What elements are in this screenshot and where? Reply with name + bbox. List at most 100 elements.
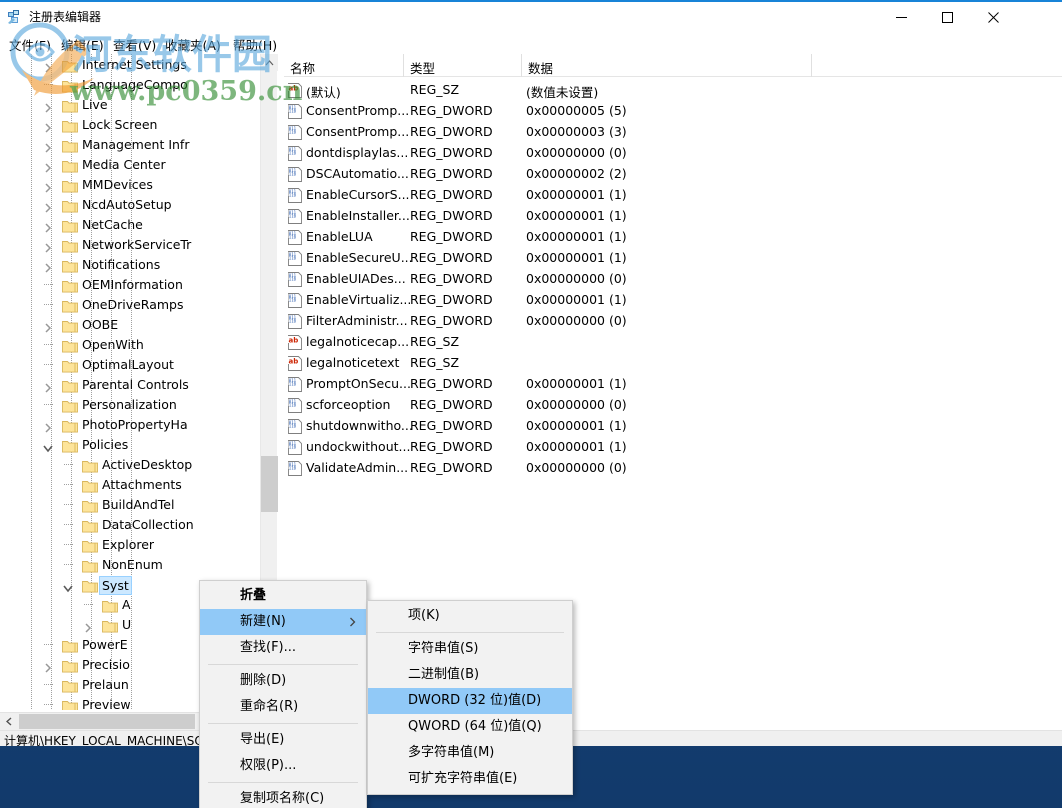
value-row[interactable]: 011110ValidateAdmin...REG_DWORD0x0000000… <box>284 458 1062 479</box>
new-submenu[interactable]: 项(K) 字符串值(S)二进制值(B)DWORD (32 位)值(D)QWORD … <box>367 600 573 795</box>
chevron-right-icon[interactable] <box>82 619 94 631</box>
tree-item-netcache[interactable]: NetCache <box>0 215 262 235</box>
minimize-button[interactable] <box>878 2 924 32</box>
value-row[interactable]: 011110PromptOnSecu...REG_DWORD0x00000001… <box>284 374 1062 395</box>
menu-item-3[interactable]: DWORD (32 位)值(D) <box>368 688 572 714</box>
chevron-right-icon[interactable] <box>42 119 54 131</box>
tree-item-oobe[interactable]: OOBE <box>0 315 262 335</box>
value-row[interactable]: ablegalnoticetextREG_SZ <box>284 353 1062 374</box>
tree-item-policies[interactable]: Policies <box>0 435 262 455</box>
tree-item-lock-screen[interactable]: Lock Screen <box>0 115 262 135</box>
value-name: dontdisplaylas... <box>306 145 408 160</box>
tree-context-menu[interactable]: 折叠新建(N)查找(F)... 删除(D)重命名(R) 导出(E)权限(P)... 复… <box>199 580 367 808</box>
value-row[interactable]: 011110scforceoptionREG_DWORD0x00000000 (… <box>284 395 1062 416</box>
tree-item-label: Personalization <box>82 396 177 413</box>
tree-item-explorer[interactable]: Explorer <box>0 535 262 555</box>
menu-item-1[interactable]: 新建(N) <box>200 609 366 635</box>
tree-item-languagecompo[interactable]: LanguageCompo <box>0 75 262 95</box>
menu-edit[interactable]: 编辑(E) <box>56 34 109 53</box>
chevron-right-icon[interactable] <box>42 59 54 71</box>
tree-item-mmdevices[interactable]: MMDevices <box>0 175 262 195</box>
value-row[interactable]: 011110DSCAutomatio...REG_DWORD0x00000002… <box>284 164 1062 185</box>
value-row[interactable]: 011110dontdisplaylas...REG_DWORD0x000000… <box>284 143 1062 164</box>
value-row[interactable]: 011110ConsentPromp...REG_DWORD0x00000005… <box>284 101 1062 122</box>
tree-item-optimallayout[interactable]: OptimalLayout <box>0 355 262 375</box>
menu-item-6[interactable]: 可扩充字符串值(E) <box>368 766 572 792</box>
tree-item-buildandtel[interactable]: BuildAndTel <box>0 495 262 515</box>
column-header-type[interactable]: 类型 <box>404 54 522 77</box>
menu-item-4[interactable]: QWORD (64 位)值(Q) <box>368 714 572 740</box>
menu-item-0[interactable]: 折叠 <box>200 583 366 609</box>
chevron-right-icon[interactable] <box>42 99 54 111</box>
value-row[interactable]: 011110EnableInstaller...REG_DWORD0x00000… <box>284 206 1062 227</box>
chevron-right-icon[interactable] <box>42 259 54 271</box>
chevron-right-icon[interactable] <box>42 139 54 151</box>
tree-item-attachments[interactable]: Attachments <box>0 475 262 495</box>
menu-view[interactable]: 查看(V) <box>108 34 161 53</box>
tree-item-networkservicetr[interactable]: NetworkServiceTr <box>0 235 262 255</box>
value-row[interactable]: 011110undockwithout...REG_DWORD0x0000000… <box>284 437 1062 458</box>
tree-item-oeminformation[interactable]: OEMInformation <box>0 275 262 295</box>
menu-item-5[interactable]: 多字符串值(M) <box>368 740 572 766</box>
chevron-right-icon[interactable] <box>42 219 54 231</box>
menu-item-5[interactable]: 导出(E) <box>200 727 366 753</box>
value-row[interactable]: 011110EnableSecureU...REG_DWORD0x0000000… <box>284 248 1062 269</box>
tree-item-datacollection[interactable]: DataCollection <box>0 515 262 535</box>
menu-help[interactable]: 帮助(H) <box>228 34 282 53</box>
tree-item-nonenum[interactable]: NonEnum <box>0 555 262 575</box>
value-row[interactable]: 011110EnableCursorS...REG_DWORD0x0000000… <box>284 185 1062 206</box>
value-row[interactable]: 011110shutdownwitho...REG_DWORD0x0000000… <box>284 416 1062 437</box>
tree-item-internet-settings[interactable]: Internet Settings <box>0 55 262 75</box>
tree-item-personalization[interactable]: Personalization <box>0 395 262 415</box>
close-button[interactable] <box>970 2 1016 32</box>
menu-favorites[interactable]: 收藏夹(A) <box>160 34 226 53</box>
scroll-left-icon[interactable] <box>0 713 17 730</box>
tree-item-media-center[interactable]: Media Center <box>0 155 262 175</box>
chevron-right-icon[interactable] <box>42 379 54 391</box>
menu-item-7[interactable]: 复制项名称(C) <box>200 786 366 808</box>
chevron-right-icon[interactable] <box>42 659 54 671</box>
menu-item-6[interactable]: 权限(P)... <box>200 753 366 779</box>
tree-item-ncdautosetup[interactable]: NcdAutoSetup <box>0 195 262 215</box>
scroll-up-icon[interactable] <box>261 54 278 71</box>
value-row[interactable]: 011110EnableLUAREG_DWORD0x00000001 (1) <box>284 227 1062 248</box>
chevron-down-icon[interactable] <box>42 439 54 451</box>
tree-item-onedriveramps[interactable]: OneDriveRamps <box>0 295 262 315</box>
tree-item-parental-controls[interactable]: Parental Controls <box>0 375 262 395</box>
menu-item-3[interactable]: 删除(D) <box>200 668 366 694</box>
value-row[interactable]: 011110FilterAdministr...REG_DWORD0x00000… <box>284 311 1062 332</box>
tree-item-activedesktop[interactable]: ActiveDesktop <box>0 455 262 475</box>
tree-item-openwith[interactable]: OpenWith <box>0 335 262 355</box>
tree-scroll-thumb[interactable] <box>261 456 278 512</box>
column-header-data[interactable]: 数据 <box>522 54 812 77</box>
tree-hscroll-thumb[interactable] <box>19 714 195 729</box>
value-row[interactable]: 011110ConsentPromp...REG_DWORD0x00000003… <box>284 122 1062 143</box>
column-header-name[interactable]: 名称 <box>284 54 404 77</box>
value-row[interactable]: ab(默认)REG_SZ(数值未设置) <box>284 80 1062 101</box>
tree-item-management-infr[interactable]: Management Infr <box>0 135 262 155</box>
maximize-button[interactable] <box>924 2 970 32</box>
chevron-right-icon[interactable] <box>42 319 54 331</box>
menu-file[interactable]: 文件(F) <box>4 34 56 53</box>
menu-item-1[interactable]: 字符串值(S) <box>368 636 572 662</box>
menu-item-2[interactable]: 查找(F)... <box>200 635 366 661</box>
chevron-right-icon[interactable] <box>42 239 54 251</box>
value-row[interactable]: 011110EnableVirtualiz...REG_DWORD0x00000… <box>284 290 1062 311</box>
tree-item-photopropertyha[interactable]: PhotoPropertyHa <box>0 415 262 435</box>
dword-value-icon: 011110 <box>287 440 303 455</box>
tree-item-notifications[interactable]: Notifications <box>0 255 262 275</box>
title-bar[interactable]: 注册表编辑器 <box>0 2 1062 32</box>
chevron-right-icon[interactable] <box>42 419 54 431</box>
menu-item-2[interactable]: 二进制值(B) <box>368 662 572 688</box>
chevron-right-icon[interactable] <box>42 199 54 211</box>
svg-text:110: 110 <box>289 255 297 260</box>
menu-item-0[interactable]: 项(K) <box>368 603 572 629</box>
value-row[interactable]: 011110EnableUIADes...REG_DWORD0x00000000… <box>284 269 1062 290</box>
folder-icon <box>82 578 98 592</box>
tree-item-live[interactable]: Live <box>0 95 262 115</box>
value-row[interactable]: ablegalnoticecap...REG_SZ <box>284 332 1062 353</box>
chevron-down-icon[interactable] <box>62 579 74 591</box>
chevron-right-icon[interactable] <box>42 179 54 191</box>
menu-item-4[interactable]: 重命名(R) <box>200 694 366 720</box>
chevron-right-icon[interactable] <box>42 159 54 171</box>
